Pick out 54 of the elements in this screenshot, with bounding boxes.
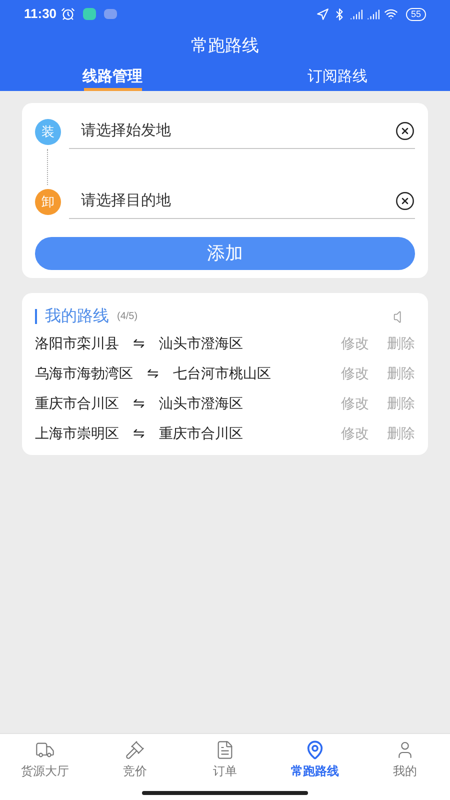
battery-icon: 55 <box>406 8 426 20</box>
location-icon <box>316 8 329 20</box>
edit-link[interactable]: 修改 <box>341 393 369 414</box>
edit-link[interactable]: 修改 <box>341 333 369 354</box>
truck-icon <box>35 740 55 760</box>
signal-icon <box>366 8 380 20</box>
app-notification-icon <box>104 9 117 19</box>
signal-icon <box>350 8 363 20</box>
gavel-icon <box>125 740 145 760</box>
tab[interactable]: 线路管理 <box>0 64 225 90</box>
two-way-arrow: ⇋ <box>133 334 145 353</box>
badge: 卸 <box>35 188 61 214</box>
route-origin: 上海市崇明区 <box>35 424 119 443</box>
alarm-icon <box>60 7 75 21</box>
delete-link[interactable]: 删除 <box>387 423 415 444</box>
route-origin: 洛阳市栾川县 <box>35 334 119 353</box>
dotted-connector-line <box>47 148 48 184</box>
edit-link[interactable]: 修改 <box>341 363 369 384</box>
two-way-arrow: ⇋ <box>133 424 145 443</box>
nav-item[interactable]: 竞价 <box>90 734 180 786</box>
nav-item[interactable]: 货源大厅 <box>0 734 90 786</box>
route-count: (4/5) <box>117 310 138 324</box>
route-destination: 七台河市桃山区 <box>173 364 271 383</box>
accent-bar <box>35 309 37 324</box>
route-destination: 汕头市澄海区 <box>159 334 243 353</box>
route-origin: 重庆市合川区 <box>35 394 119 413</box>
two-way-arrow: ⇋ <box>133 394 145 413</box>
clear-icon[interactable] <box>395 191 415 211</box>
origin-input: 请选择始发地 <box>81 120 395 142</box>
delete-link[interactable]: 删除 <box>387 333 415 354</box>
status-time: 11:30 <box>24 5 57 24</box>
route-origin: 乌海市海勃湾区 <box>35 364 133 383</box>
delete-link[interactable]: 删除 <box>387 393 415 414</box>
clear-icon[interactable] <box>395 121 415 141</box>
nav-item[interactable]: 常跑路线 <box>270 734 360 786</box>
section-title: 我的路线 <box>45 306 109 326</box>
edit-link[interactable]: 修改 <box>341 423 369 444</box>
wifi-icon <box>384 7 398 21</box>
two-way-arrow: ⇋ <box>147 364 159 383</box>
badge: 装 <box>35 118 61 144</box>
destination-input: 请选择目的地 <box>81 190 395 212</box>
delete-link[interactable]: 删除 <box>387 363 415 384</box>
app-notification-icon <box>82 8 96 20</box>
location-field[interactable]: 请选择始发地 <box>69 114 415 148</box>
route-destination: 汕头市澄海区 <box>159 394 243 413</box>
location-field[interactable]: 请选择目的地 <box>69 184 415 218</box>
page-title: 常跑路线 <box>191 35 259 57</box>
tab[interactable]: 订阅路线 <box>225 64 450 90</box>
add-button[interactable]: 添加 <box>35 236 415 270</box>
map-pin-icon <box>305 740 325 760</box>
nav-item[interactable]: 订单 <box>180 734 270 786</box>
document-icon <box>215 740 235 760</box>
route-destination: 重庆市合川区 <box>159 424 243 443</box>
nav-item[interactable]: 我的 <box>360 734 450 786</box>
